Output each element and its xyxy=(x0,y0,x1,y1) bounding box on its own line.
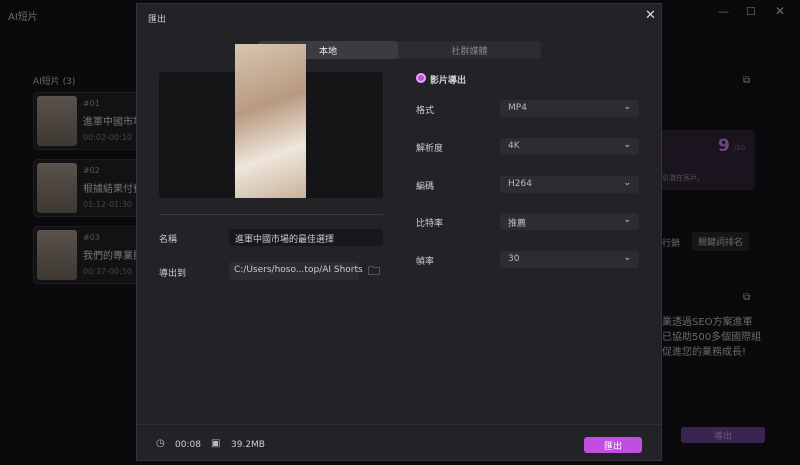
bg-export-button[interactable]: 導出 xyxy=(681,427,765,443)
clip-title: 進軍中國市場 xyxy=(83,117,143,128)
duration: 00:08 xyxy=(175,440,201,450)
bitrate-select[interactable]: 推薦 ⌄ xyxy=(500,213,639,230)
clock-icon: ◷ xyxy=(156,438,165,449)
chevron-down-icon: ⌄ xyxy=(623,215,631,225)
bitrate-label: 比特率 xyxy=(416,219,444,229)
codec-select[interactable]: H264 ⌄ xyxy=(500,176,639,193)
select-value: 30 xyxy=(508,254,520,264)
chevron-down-icon: ⌄ xyxy=(623,253,631,263)
export-path-field[interactable]: C:/Users/hoso...top/AI Shorts xyxy=(229,262,363,280)
clip-thumbnail xyxy=(37,96,77,146)
export-button[interactable]: 匯出 xyxy=(584,437,642,453)
clip-card[interactable]: #03 我們的專業團 00:37-00:50 xyxy=(33,226,143,284)
tag[interactable]: 行銷 xyxy=(662,236,680,249)
divider xyxy=(159,214,383,215)
clip-card[interactable]: #01 進軍中國市場 00:02-00:10 xyxy=(33,92,143,150)
score-unit: /10 xyxy=(734,144,746,152)
close-icon[interactable]: ✕ xyxy=(645,8,656,23)
clip-time: 01:12-01:30 xyxy=(83,200,132,209)
body-text: 業透過SEO方案進軍 已協助500多個國際組 促進您的業務成長! xyxy=(662,317,762,358)
score-desc: 引潛在客戶。 xyxy=(662,174,704,182)
chevron-down-icon: ⌄ xyxy=(623,102,631,112)
tag[interactable]: 關鍵詞排名 xyxy=(692,232,750,251)
footer-divider xyxy=(137,424,661,425)
select-value: MP4 xyxy=(508,103,527,113)
chevron-down-icon: ⌄ xyxy=(623,140,631,150)
clip-number: #03 xyxy=(83,233,100,242)
clip-thumbnail xyxy=(37,163,77,213)
select-value: 推薦 xyxy=(508,219,527,229)
minimize-icon[interactable]: — xyxy=(718,5,729,18)
list-heading: AI短片 (3) xyxy=(33,77,76,87)
file-size: 39.2MB xyxy=(231,440,265,450)
copy-icon[interactable]: ⧉ xyxy=(743,75,750,86)
clip-time: 00:02-00:10 xyxy=(83,133,132,142)
codec-label: 編碼 xyxy=(416,182,435,192)
clip-thumbnail xyxy=(37,230,77,280)
app-title: AI短片 xyxy=(8,12,38,23)
folder-icon[interactable]: 🗀 xyxy=(368,262,380,283)
clip-title: 我們的專業團 xyxy=(83,251,143,262)
score-card: 9 /10 引潛在客戶。 xyxy=(650,130,755,190)
chevron-down-icon: ⌄ xyxy=(623,178,631,188)
score-value: 9 xyxy=(718,136,730,156)
clip-time: 00:37-00:50 xyxy=(83,267,132,276)
clip-number: #01 xyxy=(83,99,100,108)
resolution-select[interactable]: 4K ⌄ xyxy=(500,138,639,155)
dialog-title: 匯出 xyxy=(148,15,167,25)
name-input[interactable]: 進軍中國市場的最佳選擇 xyxy=(229,229,383,246)
framerate-label: 幀率 xyxy=(416,257,435,267)
framerate-select[interactable]: 30 ⌄ xyxy=(500,251,639,268)
close-window-icon[interactable]: ✕ xyxy=(775,4,785,18)
preview-image xyxy=(235,44,306,198)
name-label: 名稱 xyxy=(159,235,178,245)
copy-icon[interactable]: ⧉ xyxy=(743,292,750,303)
clip-title: 根據結果付費 xyxy=(83,184,143,195)
format-label: 格式 xyxy=(416,106,435,116)
format-select[interactable]: MP4 ⌄ xyxy=(500,100,639,117)
clip-card[interactable]: #02 根據結果付費 01:12-01:30 xyxy=(33,159,143,217)
video-export-label: 影片導出 xyxy=(430,76,467,86)
clip-number: #02 xyxy=(83,166,100,175)
select-value: H264 xyxy=(508,179,532,189)
export-dialog: 匯出 ✕ 本地 社群媒體 名稱 進軍中國市場的最佳選擇 導出到 C:/Users… xyxy=(136,3,662,461)
tab-social-media[interactable]: 社群媒體 xyxy=(398,41,541,59)
maximize-icon[interactable]: ☐ xyxy=(746,5,756,18)
export-to-label: 導出到 xyxy=(159,269,187,279)
resolution-label: 解析度 xyxy=(416,144,444,154)
file-size-icon: ▣ xyxy=(211,438,221,449)
radio-video-export[interactable] xyxy=(416,73,426,83)
select-value: 4K xyxy=(508,141,520,151)
